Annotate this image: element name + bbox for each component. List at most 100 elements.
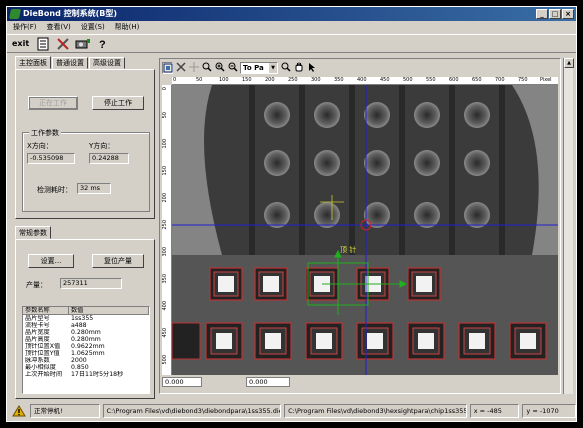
ruler-tick: 50 xyxy=(196,77,203,83)
ruler-tick: 400 xyxy=(162,301,168,311)
ruler-tick: 200 xyxy=(162,193,168,203)
coord-y-value: 0.000 xyxy=(246,377,290,387)
list-item[interactable]: 流程卡号 a488 xyxy=(23,322,149,329)
param-value: 1.0625mm xyxy=(71,350,105,357)
ruler-tick: 450 xyxy=(380,77,390,83)
list-item[interactable]: 晶片宽度 0.280mm xyxy=(23,329,149,336)
ruler-tick: 400 xyxy=(357,77,367,83)
status-y-coord: y = -1070 xyxy=(522,404,577,418)
camera-settings-icon[interactable] xyxy=(75,36,91,51)
param-value: a488 xyxy=(71,322,87,329)
ruler-tick: 100 xyxy=(162,139,168,149)
menu-view[interactable]: 查看(V) xyxy=(47,22,71,33)
zoom-out-icon[interactable] xyxy=(227,62,238,74)
document-icon[interactable] xyxy=(35,36,51,51)
camera-image[interactable]: 顶 针 xyxy=(172,85,558,375)
param-value: 0.850 xyxy=(71,364,89,371)
minimize-button[interactable]: _ xyxy=(536,9,548,19)
status-state: 正常停机! xyxy=(30,404,100,418)
param-value-header[interactable]: 数值 xyxy=(69,307,149,314)
list-item[interactable]: 最小相似度 0.850 xyxy=(23,364,149,371)
ruler-tick: 0 xyxy=(162,87,168,91)
param-value: 2000 xyxy=(71,357,87,364)
search-icon[interactable] xyxy=(280,62,291,74)
general-params-panel: 设置... 复位产量 产量： 257311 参数名称 数值 晶片型号 1ss355… xyxy=(15,239,155,399)
ruler-tick: 250 xyxy=(288,77,298,83)
reset-output-button[interactable]: 复位产量 xyxy=(92,254,144,268)
status-bar: 正常停机! C:\Program Files\vd\diebond3\diebo… xyxy=(7,401,577,421)
tab-advanced-settings[interactable]: 高级设置 xyxy=(89,57,125,69)
ruler-tick: 150 xyxy=(162,166,168,176)
ruler-tick: 0 xyxy=(173,77,177,83)
scroll-up-icon[interactable]: ▲ xyxy=(564,58,574,68)
ruler-tick: 250 xyxy=(162,220,168,230)
params-list[interactable]: 参数名称 数值 晶片型号 1ss355 流程卡号 a488 晶片宽度 0.280mm … xyxy=(22,306,150,394)
stop-work-button[interactable]: 停止工作 xyxy=(92,96,144,110)
warning-icon xyxy=(11,404,27,419)
tab-normal-settings[interactable]: 普通设置 xyxy=(52,57,88,69)
ruler-tick: 350 xyxy=(334,77,344,83)
maximize-button[interactable]: □ xyxy=(549,9,561,19)
ruler-tick: 200 xyxy=(265,77,275,83)
start-work-button[interactable]: 正在工作 xyxy=(28,96,78,110)
coord-x-value: 0.000 xyxy=(162,377,202,387)
params-list-header: 参数名称 数值 xyxy=(23,307,149,315)
pointer-icon[interactable] xyxy=(306,62,317,74)
menu-settings[interactable]: 设置(S) xyxy=(81,22,105,33)
ruler-tick: 700 xyxy=(495,77,505,83)
param-value: 0.280mm xyxy=(71,329,101,336)
menu-help[interactable]: 帮助(H) xyxy=(115,22,140,33)
param-name: 最小相似度 xyxy=(25,364,56,371)
image-pane: To Pa ▼ 0 50 100 150 200 250 300 350 400… xyxy=(159,58,561,394)
list-item[interactable]: 顶针位置Y值 1.0625mm xyxy=(23,350,149,357)
toolbar: exit ? xyxy=(7,34,576,53)
output-value: 257311 xyxy=(60,278,122,289)
ruler-tick: 650 xyxy=(472,77,482,83)
x-direction-value: -0.535098 xyxy=(27,153,75,164)
close-button[interactable]: × xyxy=(562,9,574,19)
main-window: DieBond 控制系统(B型) _ □ × 操作(F) 查看(V) 设置(S)… xyxy=(6,6,577,422)
zoom-in-icon[interactable] xyxy=(214,62,225,74)
hand-icon[interactable] xyxy=(293,62,304,74)
main-control-panel: 正在工作 停止工作 工作参数 X方向： Y方向： -0.535098 0.242… xyxy=(15,69,155,219)
list-item[interactable]: 上次开始时间 17日11时5分18秒 xyxy=(23,371,149,378)
help-icon[interactable]: ? xyxy=(95,36,111,51)
param-value: 1ss355 xyxy=(71,315,94,322)
ruler-tick: 550 xyxy=(426,77,436,83)
list-item[interactable]: 晶片型号 1ss355 xyxy=(23,315,149,322)
ruler-tick: 300 xyxy=(311,77,321,83)
tab-strip-2: 常规参数 xyxy=(15,226,52,239)
tools-icon[interactable] xyxy=(55,36,71,51)
tools-icon[interactable] xyxy=(175,62,186,74)
exit-button[interactable]: exit xyxy=(10,36,31,51)
left-ruler: 0 50 100 150 200 250 300 350 400 450 500 xyxy=(162,85,172,375)
zoom-icon[interactable] xyxy=(201,62,212,74)
tab-main-control[interactable]: 主控面板 xyxy=(15,56,51,69)
app-logo-icon xyxy=(8,9,22,19)
settings-button[interactable]: 设置... xyxy=(28,254,74,268)
zoom-select[interactable]: To Pa ▼ xyxy=(240,62,278,74)
param-name: 脉冲系数 xyxy=(25,357,50,364)
param-name-header[interactable]: 参数名称 xyxy=(23,307,69,314)
param-name: 顶针位置Y值 xyxy=(25,350,60,357)
param-value: 0.9622mm xyxy=(71,343,105,350)
crosshair-icon[interactable] xyxy=(188,62,199,74)
overlay-label: 顶 针 xyxy=(340,246,357,254)
detect-time-label: 检测耗时： xyxy=(37,186,72,194)
window-title: DieBond 控制系统(B型) xyxy=(23,9,118,18)
list-item[interactable]: 脉冲系数 2000 xyxy=(23,357,149,364)
list-item[interactable]: 晶片高度 0.280mm xyxy=(23,336,149,343)
vertical-scrollbar[interactable]: ▲ xyxy=(563,58,574,394)
param-name: 上次开始时间 xyxy=(25,371,63,378)
select-region-icon[interactable] xyxy=(162,62,173,74)
tab-strip: 主控面板 普通设置 高级设置 xyxy=(15,56,126,69)
top-ruler: 0 50 100 150 200 250 300 350 400 450 500… xyxy=(172,77,558,85)
status-cfg-path: C:\Program Files\vd\diebond3\hexsightpar… xyxy=(284,404,467,418)
detect-time-value: 32 ms xyxy=(77,183,111,194)
status-die-path: C:\Program Files\vd\diebond3\diebondpara… xyxy=(102,404,282,418)
tab-general-params[interactable]: 常规参数 xyxy=(15,226,51,239)
menu-operate[interactable]: 操作(F) xyxy=(13,22,37,33)
ruler-unit: Pixel xyxy=(540,77,552,83)
list-item[interactable]: 顶针位置X值 0.9622mm xyxy=(23,343,149,350)
ruler-tick: 100 xyxy=(219,77,229,83)
